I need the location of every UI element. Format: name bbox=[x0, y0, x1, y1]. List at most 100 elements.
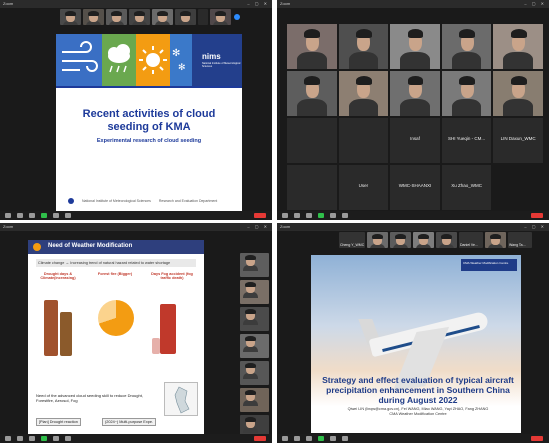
participant-tile[interactable]: Xu Zhao_WMC bbox=[441, 165, 492, 210]
mute-icon[interactable] bbox=[282, 213, 288, 218]
participant-tile[interactable] bbox=[287, 118, 337, 163]
chat-icon[interactable] bbox=[330, 213, 336, 218]
participant-tile[interactable]: LIN Daxun_WMC bbox=[493, 118, 543, 163]
share-screen-icon[interactable] bbox=[318, 213, 324, 218]
window-controls[interactable]: – ▢ ✕ bbox=[247, 223, 269, 231]
participant-thumb[interactable]: Wang Ta... bbox=[508, 232, 532, 248]
svg-text:✻: ✻ bbox=[178, 63, 186, 73]
leave-button[interactable] bbox=[254, 436, 266, 441]
plan-box: (2024~) Multi-purpose Expe. bbox=[102, 418, 157, 426]
share-screen-icon[interactable] bbox=[318, 436, 324, 441]
participant-tile[interactable] bbox=[493, 24, 543, 69]
chat-icon[interactable] bbox=[53, 213, 59, 218]
participant-thumb[interactable] bbox=[129, 9, 150, 25]
participant-thumb[interactable] bbox=[240, 334, 269, 358]
plan-box: [Plan] Drought reaction bbox=[36, 418, 81, 426]
mute-icon[interactable] bbox=[5, 213, 11, 218]
participant-thumb[interactable] bbox=[198, 9, 208, 25]
participant-thumb[interactable]: Daniel Ve... bbox=[459, 232, 483, 248]
window-controls[interactable]: – ▢ ✕ bbox=[524, 223, 546, 231]
record-icon[interactable] bbox=[342, 213, 348, 218]
slide-subtitle: Experimental research of cloud seeding bbox=[96, 138, 202, 144]
record-icon[interactable] bbox=[342, 436, 348, 441]
participant-tile[interactable] bbox=[287, 24, 337, 69]
participant-tile[interactable]: SHI Yueqin - CM... bbox=[441, 118, 492, 163]
participant-thumb[interactable] bbox=[390, 232, 411, 248]
participants-icon[interactable] bbox=[306, 213, 312, 218]
fog-chart bbox=[152, 338, 160, 354]
slide-title: Strategy and effect evaluation of typica… bbox=[322, 375, 514, 405]
participant-tile[interactable] bbox=[441, 24, 492, 69]
participant-tile[interactable] bbox=[493, 165, 543, 210]
participant-thumb[interactable] bbox=[240, 388, 269, 412]
record-icon[interactable] bbox=[65, 436, 71, 441]
participant-name: LIN Daxun_WMC bbox=[500, 136, 536, 141]
share-screen-icon[interactable] bbox=[41, 213, 47, 218]
map-thumbnail bbox=[164, 382, 198, 416]
chat-icon[interactable] bbox=[53, 436, 59, 441]
participant-name: Xu Zhao_WMC bbox=[451, 183, 482, 188]
column-label-fog: Days Fog accident (fog traffic death) bbox=[151, 272, 193, 280]
participant-thumb[interactable] bbox=[210, 9, 231, 25]
video-icon[interactable] bbox=[17, 213, 23, 218]
participants-icon[interactable] bbox=[29, 213, 35, 218]
participant-thumb[interactable] bbox=[413, 232, 434, 248]
participant-tile[interactable] bbox=[390, 24, 440, 69]
participant-tile[interactable] bbox=[338, 118, 389, 163]
participant-thumb[interactable] bbox=[485, 232, 506, 248]
mute-icon[interactable] bbox=[282, 436, 288, 441]
participant-tile[interactable] bbox=[338, 24, 389, 69]
video-icon[interactable] bbox=[294, 436, 300, 441]
participant-thumb[interactable] bbox=[175, 9, 196, 25]
leave-button[interactable] bbox=[254, 213, 266, 218]
participant-tile[interactable]: Insaf bbox=[390, 118, 440, 163]
participant-thumb[interactable] bbox=[240, 280, 269, 304]
participant-thumb[interactable] bbox=[152, 9, 173, 25]
video-icon[interactable] bbox=[294, 213, 300, 218]
participant-tile[interactable]: WMC-SHAANXI bbox=[390, 165, 440, 210]
bullet-icon bbox=[33, 243, 41, 251]
participant-tile[interactable] bbox=[338, 71, 389, 116]
participant-tile[interactable] bbox=[287, 71, 337, 116]
rain-cloud-icon bbox=[102, 34, 136, 86]
slide-footer: National Institute of Meteorological Sci… bbox=[68, 198, 217, 204]
participant-thumb[interactable] bbox=[436, 232, 457, 248]
record-icon[interactable] bbox=[65, 213, 71, 218]
participant-thumb[interactable] bbox=[367, 232, 388, 248]
shared-slide: Need of Weather Modification Climate cha… bbox=[28, 240, 204, 437]
leave-button[interactable] bbox=[531, 213, 543, 218]
participants-icon[interactable] bbox=[29, 436, 35, 441]
slide-authors: Qiwei LIN (linqw@cma.gov.cn), Fei WANG, … bbox=[315, 407, 521, 417]
chat-icon[interactable] bbox=[330, 436, 336, 441]
participant-thumb[interactable] bbox=[83, 9, 104, 25]
window-title: Zoom bbox=[280, 224, 291, 229]
participant-tile[interactable] bbox=[390, 71, 440, 116]
share-screen-icon[interactable] bbox=[41, 436, 47, 441]
window-title: Zoom bbox=[3, 1, 14, 6]
svg-text:✻: ✻ bbox=[172, 48, 180, 59]
mute-icon[interactable] bbox=[5, 436, 11, 441]
participant-strip: Cheng Y_WMC Daniel Ve... Wang Ta... bbox=[339, 232, 532, 248]
participant-thumb[interactable] bbox=[240, 361, 269, 385]
participants-icon[interactable] bbox=[306, 436, 312, 441]
institute-logo-icon bbox=[68, 198, 74, 204]
window-titlebar: Zoom – ▢ ✕ bbox=[277, 223, 549, 231]
participant-thumb[interactable] bbox=[240, 307, 269, 331]
participant-thumb[interactable]: Cheng Y_WMC bbox=[339, 232, 365, 248]
participant-name: Daniel Ve... bbox=[460, 243, 478, 247]
participant-tile[interactable] bbox=[287, 165, 337, 210]
participant-tile[interactable] bbox=[493, 71, 543, 116]
participant-tile[interactable] bbox=[441, 71, 492, 116]
window-controls[interactable]: – ▢ ✕ bbox=[247, 0, 269, 8]
cma-logo: CMA Weather Modification Centre bbox=[461, 259, 517, 271]
window-titlebar: Zoom – ▢ ✕ bbox=[0, 223, 272, 231]
participant-thumb[interactable] bbox=[60, 9, 81, 25]
leave-button[interactable] bbox=[531, 436, 543, 441]
participant-thumb[interactable] bbox=[106, 9, 127, 25]
window-controls[interactable]: – ▢ ✕ bbox=[524, 0, 546, 8]
drought-chart bbox=[44, 300, 58, 356]
participant-tile[interactable]: User bbox=[338, 165, 389, 210]
video-icon[interactable] bbox=[17, 436, 23, 441]
next-page-icon[interactable] bbox=[234, 14, 240, 20]
participant-thumb[interactable] bbox=[240, 253, 269, 277]
